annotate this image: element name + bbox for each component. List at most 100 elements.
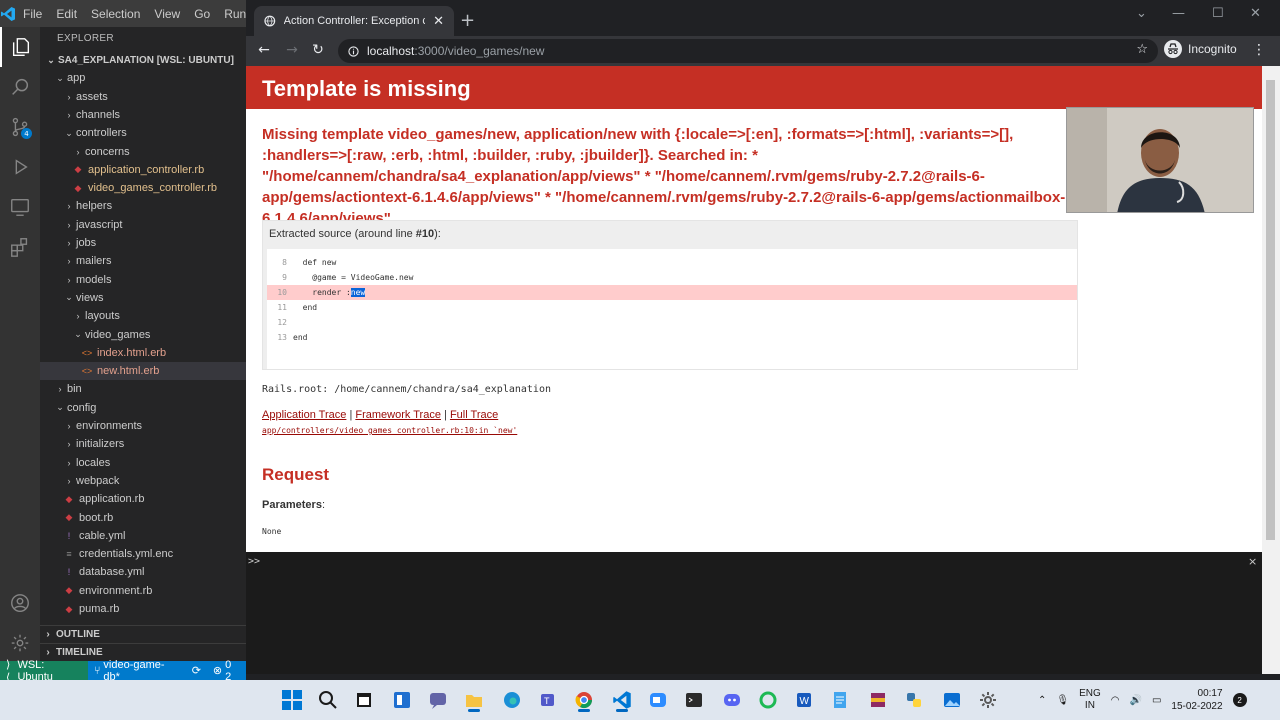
task-view-icon[interactable] bbox=[352, 688, 376, 712]
sync-button[interactable]: ⟳ bbox=[186, 664, 207, 677]
framework-trace-link[interactable]: Framework Trace bbox=[355, 409, 441, 421]
tree-folder[interactable]: › concerns bbox=[40, 143, 246, 161]
tree-file[interactable]: <> new.html.erb bbox=[40, 362, 246, 381]
notification-badge[interactable]: 2 bbox=[1232, 693, 1247, 707]
tree-folder[interactable]: ⌄ video_games bbox=[40, 326, 246, 344]
python-icon[interactable] bbox=[902, 688, 926, 712]
widgets-icon[interactable] bbox=[390, 688, 414, 712]
tree-folder[interactable]: › initializers bbox=[40, 435, 246, 453]
outline-section[interactable]: › OUTLINE bbox=[40, 625, 246, 643]
windows-start-icon[interactable] bbox=[280, 688, 304, 712]
wifi-icon[interactable]: ◠ bbox=[1111, 695, 1120, 706]
tab-close-icon[interactable]: ✕ bbox=[433, 14, 444, 29]
teams-icon[interactable]: T bbox=[536, 688, 560, 712]
address-bar[interactable]: localhost:3000/video_games/new ☆ bbox=[338, 39, 1158, 63]
account-icon[interactable] bbox=[0, 583, 40, 623]
tree-file[interactable]: ◆ environment.rb bbox=[40, 582, 246, 600]
remote-indicator[interactable]: ⟩⟨ WSL: Ubuntu bbox=[0, 659, 88, 684]
trace-line-link[interactable]: app/controllers/video_games_controller.r… bbox=[262, 426, 517, 435]
tree-folder[interactable]: › locales bbox=[40, 454, 246, 472]
menu-selection[interactable]: Selection bbox=[84, 7, 147, 21]
tree-file[interactable]: ◆ puma.rb bbox=[40, 600, 246, 618]
source-control-icon[interactable]: 4 bbox=[0, 107, 40, 147]
more-menu-icon[interactable]: ⋮ bbox=[1252, 42, 1266, 58]
tree-file[interactable]: ◆ boot.rb bbox=[40, 509, 246, 527]
incognito-indicator[interactable]: Incognito bbox=[1164, 40, 1237, 58]
chevron-up-icon[interactable]: ⌃ bbox=[1038, 695, 1046, 706]
tree-folder[interactable]: › helpers bbox=[40, 197, 246, 215]
web-console[interactable]: >> × bbox=[246, 552, 1262, 674]
winrar-icon[interactable] bbox=[866, 688, 890, 712]
edge-icon[interactable] bbox=[500, 688, 524, 712]
console-prompt[interactable]: >> bbox=[248, 556, 260, 567]
menu-edit[interactable]: Edit bbox=[49, 7, 84, 21]
tree-folder[interactable]: › environments bbox=[40, 417, 246, 435]
file-explorer-icon[interactable] bbox=[462, 688, 486, 712]
green-app-icon[interactable] bbox=[756, 688, 780, 712]
tree-folder[interactable]: ⌄ SA4_EXPLANATION [WSL: UBUNTU] bbox=[40, 51, 246, 69]
menu-file[interactable]: File bbox=[16, 7, 49, 21]
tree-file[interactable]: ◆ application.rb bbox=[40, 490, 246, 508]
minimize-icon[interactable]: — bbox=[1172, 6, 1185, 21]
tree-folder[interactable]: ⌄ app bbox=[40, 69, 246, 87]
tree-folder[interactable]: › webpack bbox=[40, 472, 246, 490]
remote-explorer-icon[interactable] bbox=[0, 187, 40, 227]
tree-folder[interactable]: ⌄ views bbox=[40, 289, 246, 307]
battery-icon[interactable]: ▭ bbox=[1152, 695, 1161, 706]
chat-icon[interactable] bbox=[426, 688, 450, 712]
console-close-icon[interactable]: × bbox=[1248, 555, 1257, 568]
tree-folder[interactable]: › channels bbox=[40, 106, 246, 124]
menu-go[interactable]: Go bbox=[187, 7, 217, 21]
search-icon[interactable] bbox=[0, 67, 40, 107]
word-icon[interactable]: W bbox=[792, 688, 816, 712]
full-trace-link[interactable]: Full Trace bbox=[450, 409, 498, 421]
tree-folder[interactable]: ⌄ controllers bbox=[40, 124, 246, 142]
tree-folder[interactable]: › mailers bbox=[40, 252, 246, 270]
tree-folder[interactable]: › bin bbox=[40, 380, 246, 398]
tree-file[interactable]: ! cable.yml bbox=[40, 527, 246, 545]
tree-folder[interactable]: › models bbox=[40, 271, 246, 289]
tree-folder[interactable]: ⌄ config bbox=[40, 399, 246, 417]
tree-folder[interactable]: › layouts bbox=[40, 307, 246, 325]
new-tab-icon[interactable]: + bbox=[460, 10, 475, 31]
reload-icon[interactable]: ↻ bbox=[308, 42, 328, 60]
browser-tab[interactable]: Action Controller: Exception caught ✕ bbox=[254, 6, 454, 36]
chrome-icon[interactable] bbox=[572, 688, 596, 712]
explorer-icon[interactable] bbox=[0, 27, 40, 67]
tree-file[interactable]: <> index.html.erb bbox=[40, 344, 246, 362]
tree-folder[interactable]: › javascript bbox=[40, 216, 246, 234]
back-icon[interactable]: ← bbox=[254, 42, 274, 60]
discord-icon[interactable] bbox=[720, 688, 744, 712]
notepad-icon[interactable] bbox=[828, 688, 852, 712]
settings-taskbar-icon[interactable] bbox=[976, 688, 1000, 712]
application-trace-link[interactable]: Application Trace bbox=[262, 409, 346, 421]
close-window-icon[interactable]: ✕ bbox=[1250, 6, 1261, 21]
maximize-icon[interactable]: ☐ bbox=[1212, 6, 1224, 21]
extensions-icon[interactable] bbox=[0, 227, 40, 267]
git-branch[interactable]: ⑂ video-game-db* bbox=[88, 659, 186, 683]
forward-icon[interactable]: → bbox=[282, 42, 302, 60]
tree-file[interactable]: ! database.yml bbox=[40, 563, 246, 581]
scrollbar-thumb[interactable] bbox=[1266, 80, 1275, 540]
zoom-icon[interactable] bbox=[646, 688, 670, 712]
page-scrollbar[interactable] bbox=[1262, 66, 1280, 674]
problems-indicator[interactable]: ⊗ 0 2 bbox=[207, 659, 246, 683]
tree-file[interactable]: ◆ video_games_controller.rb bbox=[40, 179, 246, 197]
photos-icon[interactable] bbox=[940, 688, 964, 712]
taskbar-search-icon[interactable] bbox=[316, 688, 340, 712]
tree-folder[interactable]: › jobs bbox=[40, 234, 246, 252]
tree-folder[interactable]: › assets bbox=[40, 88, 246, 106]
menu-view[interactable]: View bbox=[147, 7, 187, 21]
terminal-icon[interactable] bbox=[682, 688, 706, 712]
language-indicator[interactable]: ENG IN bbox=[1079, 688, 1101, 712]
volume-icon[interactable]: 🔊 bbox=[1130, 695, 1142, 706]
microphone-icon[interactable]: 🎙 bbox=[1056, 695, 1069, 706]
vscode-taskbar-icon[interactable] bbox=[610, 688, 634, 712]
clock[interactable]: 00:17 15-02-2022 bbox=[1171, 687, 1222, 713]
chevron-down-icon[interactable]: ⌄ bbox=[1136, 6, 1147, 21]
run-debug-icon[interactable] bbox=[0, 147, 40, 187]
tree-file[interactable]: ≡ credentials.yml.enc bbox=[40, 545, 246, 563]
bookmark-star-icon[interactable]: ☆ bbox=[1136, 42, 1148, 57]
tree-file[interactable]: ◆ application_controller.rb bbox=[40, 161, 246, 179]
code-line: 9 @game = VideoGame.new bbox=[267, 270, 1077, 285]
